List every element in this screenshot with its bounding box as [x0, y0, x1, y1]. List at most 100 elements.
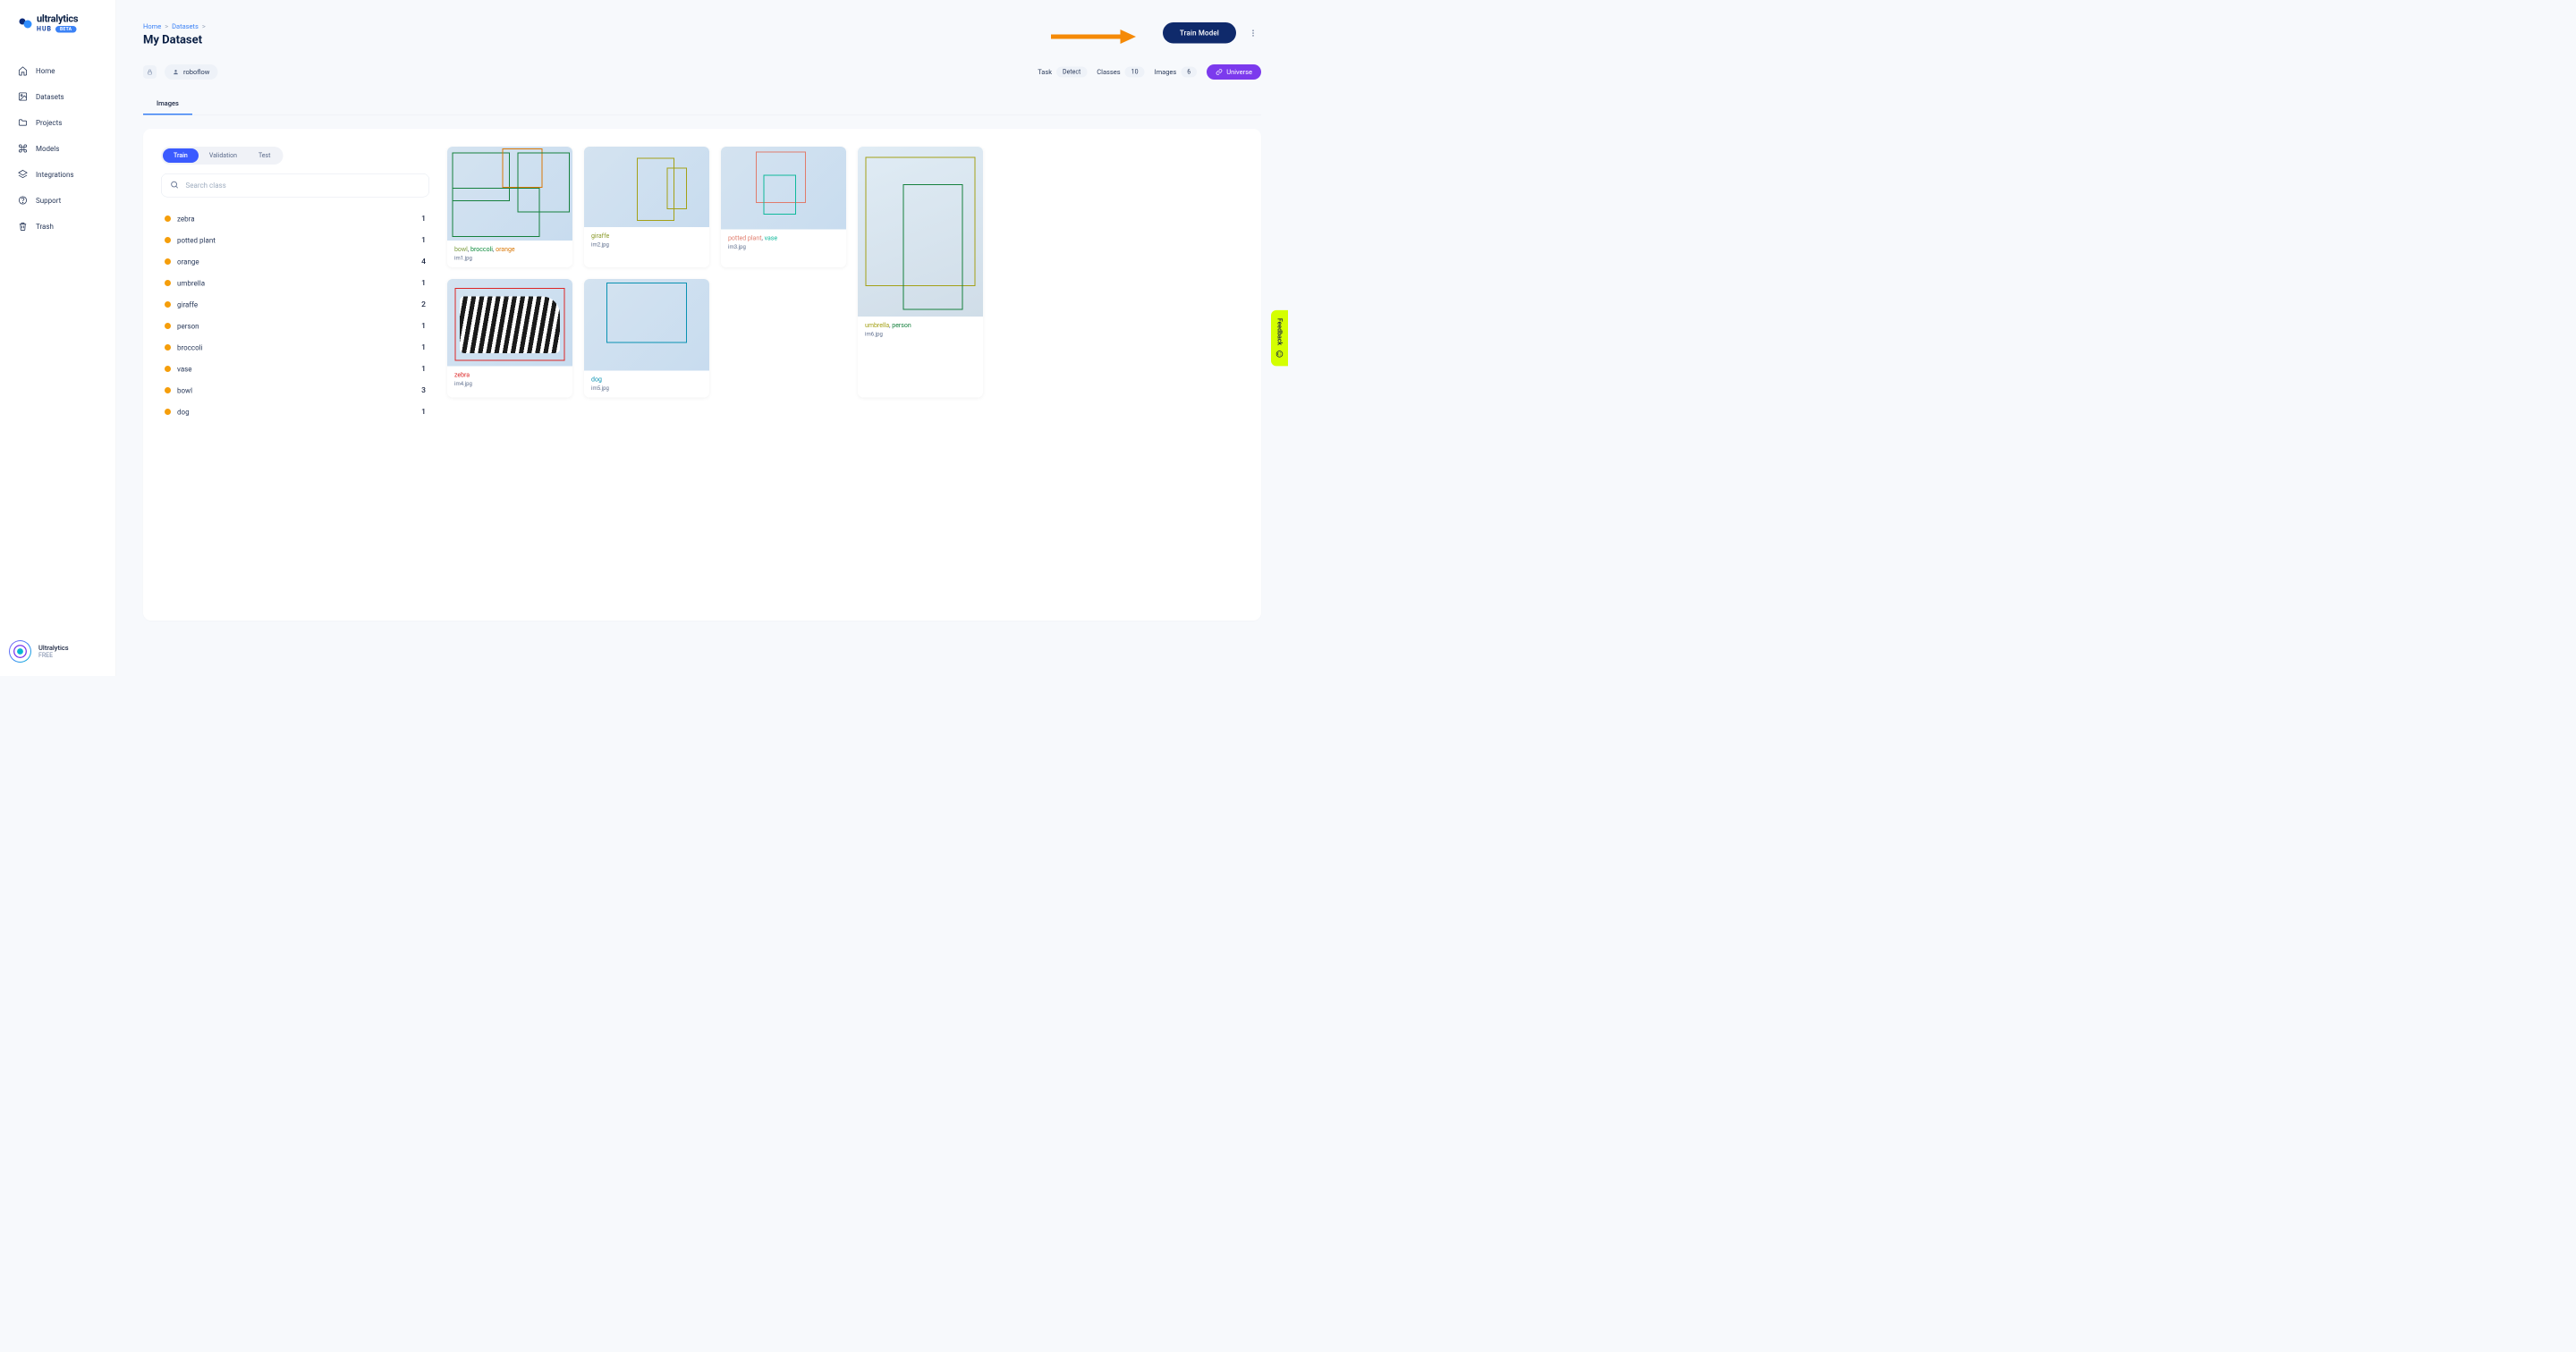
class-dot-icon [165, 409, 171, 415]
image-card[interactable]: giraffeim2.jpg [584, 147, 709, 267]
class-row[interactable]: bowl 3 [161, 380, 429, 401]
sidebar-item-label: Trash [36, 222, 54, 231]
image-filename: im6.jpg [865, 331, 976, 337]
image-thumb [584, 279, 709, 371]
search-input[interactable] [161, 173, 429, 198]
sidebar-item-label: Support [36, 196, 61, 205]
feedback-tab[interactable]: Feedback [1271, 310, 1288, 366]
class-row[interactable]: giraffe 2 [161, 294, 429, 316]
sidebar-item-label: Home [36, 66, 55, 75]
class-name: zebra [177, 215, 195, 224]
class-count: 2 [421, 300, 426, 309]
universe-button[interactable]: Universe [1207, 64, 1261, 80]
class-dot-icon [165, 323, 171, 329]
image-card[interactable]: bowl, broccoli, orange im1.jpg [447, 147, 572, 267]
image-tags: bowl, broccoli, orange [454, 246, 565, 253]
class-name: potted plant [177, 236, 216, 245]
class-dot-icon [165, 387, 171, 393]
user-plan: FREE [38, 652, 69, 659]
sidebar-nav: Home Datasets Projects Models Integrations Su… [0, 51, 116, 247]
class-row[interactable]: person1 [161, 316, 429, 337]
class-row[interactable]: broccoli1 [161, 337, 429, 359]
class-dot-icon [165, 301, 171, 308]
image-tags: dog [591, 376, 702, 384]
more-menu-button[interactable] [1245, 25, 1261, 41]
bbox [666, 167, 686, 209]
class-dot-icon [165, 215, 171, 222]
class-row[interactable]: potted plant 1 [161, 230, 429, 251]
logo-mark-icon [18, 16, 32, 30]
class-dot-icon [165, 237, 171, 243]
sidebar-item-home[interactable]: Home [9, 60, 107, 82]
trash-icon [18, 222, 28, 232]
split-train[interactable]: Train [163, 148, 199, 163]
train-model-button[interactable]: Train Model [1163, 22, 1236, 44]
class-name: person [177, 322, 199, 331]
brand-hub: HUB [37, 26, 52, 33]
split-test[interactable]: Test [248, 148, 281, 163]
lock-icon [143, 65, 157, 79]
owner-pill[interactable]: roboflow [165, 64, 217, 80]
sidebar-item-label: Models [36, 144, 59, 153]
breadcrumb: Home > Datasets > [143, 22, 206, 30]
help-icon [18, 196, 28, 206]
sidebar-item-trash[interactable]: Trash [9, 215, 107, 238]
image-icon [18, 92, 28, 102]
image-filename: im5.jpg [591, 385, 702, 392]
beta-badge: BETA [55, 26, 76, 33]
bbox [454, 288, 564, 361]
sidebar: ultralytics HUB BETA Home Datasets Project… [0, 0, 116, 676]
class-name: giraffe [177, 300, 198, 309]
class-dot-icon [165, 344, 171, 351]
class-count: 1 [421, 365, 426, 374]
image-filename: im4.jpg [454, 381, 565, 387]
class-name: orange [177, 258, 199, 266]
image-thumb [858, 147, 983, 317]
owner-name: roboflow [183, 68, 209, 76]
image-tags: giraffe [591, 232, 702, 240]
image-card[interactable]: potted plant, vaseim3.jpg [721, 147, 846, 267]
image-filename: im2.jpg [591, 241, 702, 248]
avatar [9, 640, 31, 663]
breadcrumb-home[interactable]: Home [143, 22, 161, 30]
image-card[interactable]: zebra im4.jpg [447, 279, 572, 398]
bbox [453, 188, 540, 237]
image-card[interactable]: umbrella, personim6.jpg [858, 147, 983, 398]
image-thumb [584, 147, 709, 227]
class-row[interactable]: umbrella1 [161, 273, 429, 294]
class-row[interactable]: dog1 [161, 401, 429, 423]
split-validation[interactable]: Validation [199, 148, 248, 163]
task-label: Task [1038, 68, 1052, 76]
class-count: 1 [421, 343, 426, 352]
sidebar-item-models[interactable]: Models [9, 138, 107, 160]
more-vertical-icon [1249, 29, 1258, 38]
class-count: 1 [421, 236, 426, 245]
logo[interactable]: ultralytics HUB BETA [0, 13, 116, 51]
image-thumb [447, 147, 572, 241]
sidebar-item-datasets[interactable]: Datasets [9, 86, 107, 108]
breadcrumb-datasets[interactable]: Datasets [172, 22, 199, 30]
class-row[interactable]: zebra1 [161, 208, 429, 230]
image-tags: potted plant, vase [728, 235, 839, 242]
sidebar-item-projects[interactable]: Projects [9, 112, 107, 134]
class-dot-icon [165, 280, 171, 286]
image-thumb [721, 147, 846, 230]
page-title: My Dataset [143, 33, 206, 46]
bbox [902, 184, 962, 310]
class-count: 1 [421, 408, 426, 417]
command-icon [18, 144, 28, 154]
sidebar-item-support[interactable]: Support [9, 190, 107, 212]
class-row[interactable]: vase 1 [161, 359, 429, 380]
class-name: umbrella [177, 279, 205, 288]
image-filename: im1.jpg [454, 255, 565, 261]
image-tags: zebra [454, 372, 565, 379]
image-card[interactable]: dogim5.jpg [584, 279, 709, 398]
class-count: 3 [421, 386, 426, 395]
sidebar-item-integrations[interactable]: Integrations [9, 164, 107, 186]
class-name: vase [177, 365, 192, 374]
class-name: bowl [177, 386, 192, 395]
task-value: Detect [1056, 67, 1087, 78]
class-row[interactable]: orange4 [161, 251, 429, 273]
tab-images[interactable]: Images [143, 93, 192, 115]
sidebar-user[interactable]: Ultralytics FREE [0, 627, 116, 676]
